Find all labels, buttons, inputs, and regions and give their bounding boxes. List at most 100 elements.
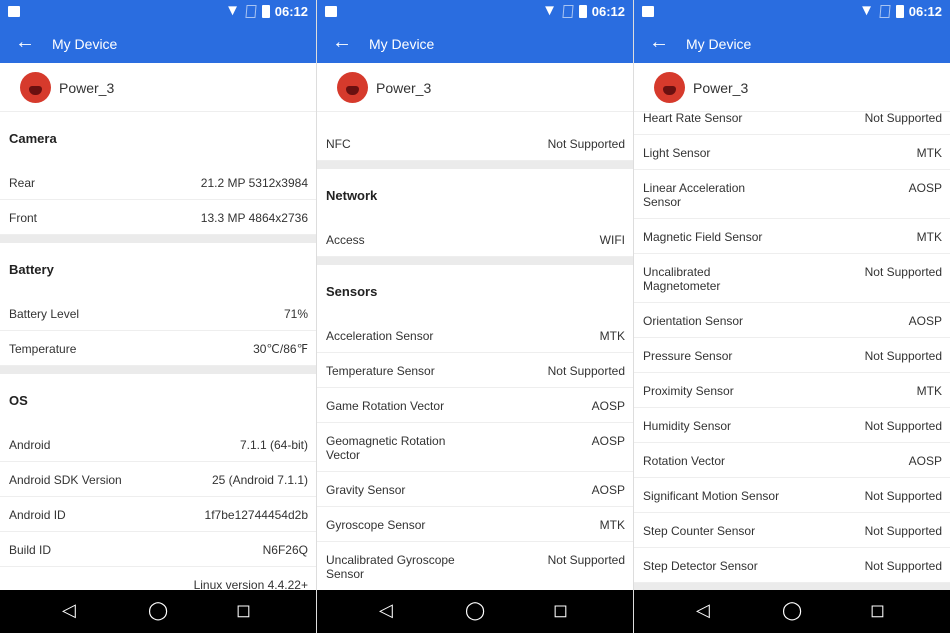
device-header: Power_3 <box>0 63 316 112</box>
list-item: Geomagnetic Rotation Vector AOSP <box>317 423 633 472</box>
image-notification-icon <box>642 6 654 17</box>
item-label: Geomagnetic Rotation Vector <box>326 434 446 462</box>
item-label: Access <box>326 233 365 247</box>
list-item: Access WIFI <box>317 222 633 257</box>
item-value: MTK <box>916 384 942 398</box>
recents-square-icon[interactable]: ◻ <box>553 600 568 621</box>
item-value: Not Supported <box>864 524 942 538</box>
clock: 06:12 <box>591 4 625 19</box>
antutu-logo-icon <box>337 72 368 103</box>
list-item: Magnetic Field Sensor MTK <box>634 219 950 254</box>
section-title: Battery <box>9 262 54 277</box>
list-item: Gravity Sensor AOSP <box>317 472 633 507</box>
list-item: Uncalibrated Gyroscope Sensor Not Support… <box>317 542 633 590</box>
item-value: Not Supported <box>547 553 625 567</box>
item-value: 30℃/86℉ <box>253 342 308 356</box>
item-value: Not Supported <box>547 137 625 151</box>
item-value: Linux version 4.4.22+ <box>193 578 308 590</box>
item-value: WIFI <box>599 233 625 247</box>
info-list[interactable]: NFC Not Supported Network Access WIFI Sensors… <box>317 112 633 590</box>
status-bar: ▼ 06:12 <box>0 0 316 24</box>
recents-square-icon[interactable]: ◻ <box>870 600 885 621</box>
item-value: Not Supported <box>864 112 942 125</box>
clock: 06:12 <box>274 4 308 19</box>
section-divider <box>317 161 633 169</box>
item-label: Step Counter Sensor <box>643 524 756 538</box>
image-notification-icon <box>325 6 337 17</box>
list-item: Step Detector Sensor Not Supported <box>634 548 950 583</box>
list-item: NFC Not Supported <box>317 126 633 161</box>
item-value: Not Supported <box>864 559 942 573</box>
item-value: N6F26Q <box>262 543 308 557</box>
device-header: Power_3 <box>634 63 950 112</box>
home-circle-icon[interactable]: ◯ <box>465 600 485 621</box>
item-label: Front <box>9 211 38 225</box>
list-item: Gyroscope Sensor MTK <box>317 507 633 542</box>
section-title: OS <box>9 393 28 408</box>
wifi-icon: ▼ <box>225 2 240 19</box>
list-item: Game Rotation Vector AOSP <box>317 388 633 423</box>
list-item: Proximity Sensor MTK <box>634 373 950 408</box>
app-bar: ← My Device <box>317 24 633 63</box>
arrow-left-icon[interactable]: ← <box>649 31 669 54</box>
item-label: Android <box>9 438 51 452</box>
item-label: Gyroscope Sensor <box>326 518 426 532</box>
home-circle-icon[interactable]: ◯ <box>782 600 802 621</box>
info-list[interactable]: Heart Rate Sensor Not Supported Light Sens… <box>634 112 950 590</box>
item-label: Uncalibrated Magnetometer <box>643 265 721 293</box>
item-value: Not Supported <box>864 489 942 503</box>
back-triangle-icon[interactable]: ◁ <box>379 600 393 621</box>
item-value: MTK <box>916 146 942 160</box>
item-label: Significant Motion Sensor <box>643 489 780 503</box>
item-label: Step Detector Sensor <box>643 559 758 573</box>
list-item: Significant Motion Sensor Not Supported <box>634 478 950 513</box>
phone-screen: ▼ 06:12 ← My Device Power_3 Camera Rear 21… <box>0 0 316 633</box>
item-value: Not Supported <box>547 364 625 378</box>
list-item: Step Counter Sensor Not Supported <box>634 513 950 548</box>
item-value: Not Supported <box>864 349 942 363</box>
section-divider <box>0 235 316 243</box>
home-circle-icon[interactable]: ◯ <box>148 600 168 621</box>
back-triangle-icon[interactable]: ◁ <box>696 600 710 621</box>
item-label: Magnetic Field Sensor <box>643 230 763 244</box>
item-label: Proximity Sensor <box>643 384 734 398</box>
arrow-left-icon[interactable]: ← <box>332 31 352 54</box>
item-label: Rotation Vector <box>643 454 726 468</box>
status-bar: ▼ 06:12 <box>634 0 950 24</box>
item-value: MTK <box>916 230 942 244</box>
device-header: Power_3 <box>317 63 633 112</box>
list-item: Uncalibrated Magnetometer Not Supported <box>634 254 950 303</box>
section-title: Network <box>326 188 378 203</box>
clock: 06:12 <box>908 4 942 19</box>
device-name: Power_3 <box>59 80 115 96</box>
item-value: AOSP <box>908 454 942 468</box>
item-value: 7.1.1 (64-bit) <box>239 438 308 452</box>
item-value: Not Supported <box>864 419 942 433</box>
item-label: Game Rotation Vector <box>326 399 445 413</box>
item-value: MTK <box>599 518 625 532</box>
list-item: Temperature 30℃/86℉ <box>0 331 316 366</box>
device-name: Power_3 <box>376 80 432 96</box>
item-value: AOSP <box>591 483 625 497</box>
item-value: MTK <box>599 329 625 343</box>
section-divider <box>634 583 950 590</box>
list-item: Pressure Sensor Not Supported <box>634 338 950 373</box>
list-item: Android ID 1f7be12744454d2b <box>0 497 316 532</box>
item-value: 13.3 MP 4864x2736 <box>200 211 308 225</box>
recents-square-icon[interactable]: ◻ <box>236 600 251 621</box>
section-divider <box>317 257 633 265</box>
list-item: Android 7.1.1 (64-bit) <box>0 427 316 462</box>
status-bar: ▼ 06:12 <box>317 0 633 24</box>
item-label: Temperature Sensor <box>326 364 435 378</box>
page-title: My Device <box>369 36 435 52</box>
antutu-logo-icon <box>20 72 51 103</box>
back-triangle-icon[interactable]: ◁ <box>62 600 76 621</box>
page-title: My Device <box>686 36 752 52</box>
section-divider <box>0 366 316 374</box>
list-item: Acceleration Sensor MTK <box>317 318 633 353</box>
item-label: Android ID <box>9 508 66 522</box>
item-label: Heart Rate Sensor <box>643 112 743 125</box>
list-item: Humidity Sensor Not Supported <box>634 408 950 443</box>
info-list[interactable]: Camera Rear 21.2 MP 5312x3984 Front 13.3 MP … <box>0 112 316 590</box>
arrow-left-icon[interactable]: ← <box>15 31 35 54</box>
